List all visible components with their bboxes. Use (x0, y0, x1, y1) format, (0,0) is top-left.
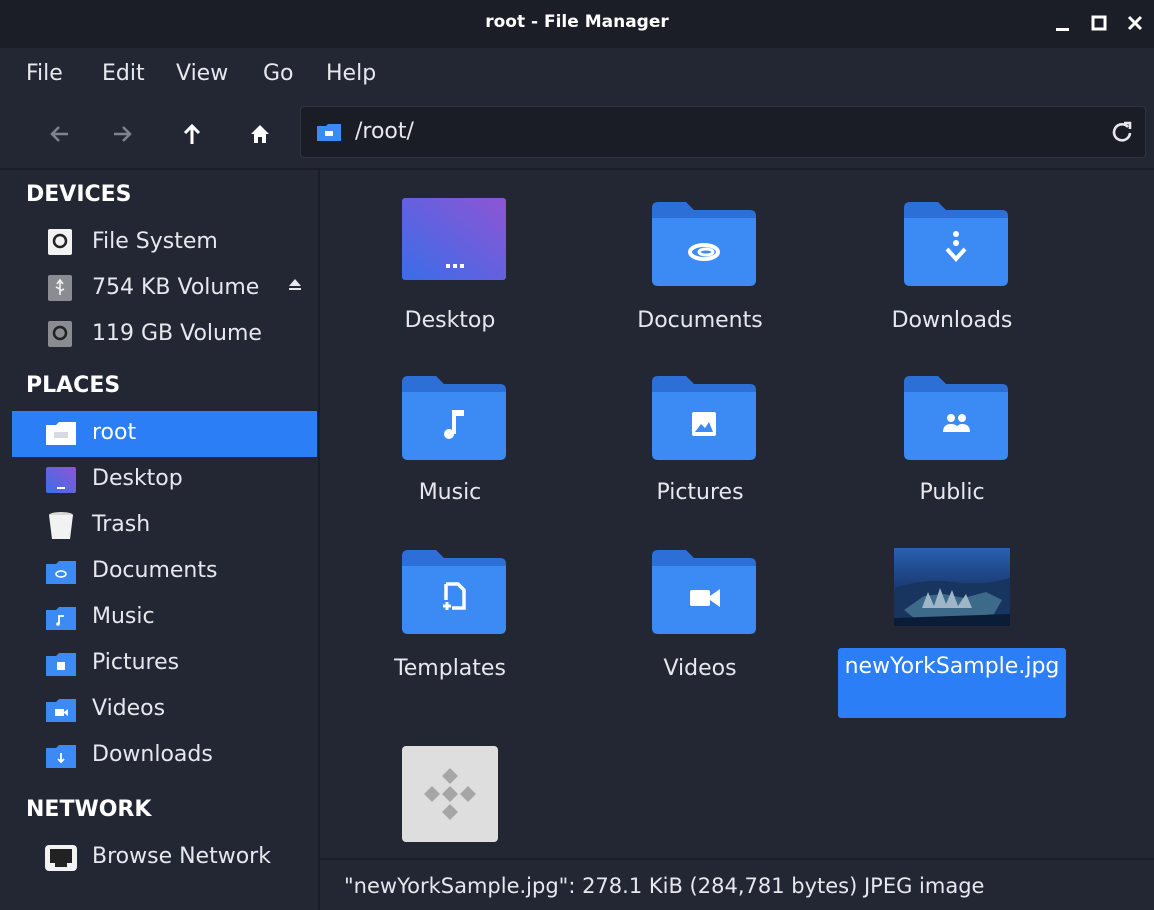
sidebar-item-downloads[interactable]: Downloads (12, 733, 317, 779)
sidebar-item-label: Music (92, 604, 155, 629)
path-text: /root/ (355, 119, 414, 144)
file-item-videos[interactable]: Videos (580, 544, 820, 704)
network-icon (44, 843, 78, 873)
forward-icon[interactable] (102, 114, 142, 154)
executable-file-icon (402, 746, 498, 842)
sidebar-item-label: Browse Network (92, 844, 271, 869)
sidebar-item-label: Videos (92, 696, 166, 721)
videos-folder-icon (650, 544, 760, 644)
file-item-label: Templates (394, 656, 506, 681)
sidebar-item-root[interactable]: root (12, 411, 317, 457)
sidebar-item-label: 119 GB Volume (92, 321, 262, 346)
file-item-label: Desktop (404, 308, 496, 333)
file-item-label: Documents (637, 308, 763, 333)
menu-edit[interactable]: Edit (102, 61, 145, 86)
pictures-folder-icon (650, 370, 760, 470)
sidebar-item-label: Pictures (92, 650, 180, 675)
up-icon[interactable] (172, 114, 212, 154)
desktop-folder-icon (400, 196, 510, 296)
drive-icon (44, 228, 78, 258)
videos-folder-icon (44, 695, 78, 725)
network-heading: NETWORK (26, 797, 152, 822)
sidebar-item-documents[interactable]: Documents (12, 549, 317, 595)
file-item-downloads[interactable]: Downloads (832, 196, 1072, 356)
menu-view[interactable]: View (176, 61, 228, 86)
sidebar-item-file-system[interactable]: File System (12, 220, 317, 266)
sidebar-item-pictures[interactable]: Pictures (12, 641, 317, 687)
documents-folder-icon (650, 196, 760, 296)
sidebar-item-browse-network[interactable]: Browse Network (12, 835, 317, 881)
sidebar-item-desktop[interactable]: Desktop (12, 457, 317, 503)
home-folder-icon (44, 419, 78, 449)
close-icon[interactable] (1120, 8, 1150, 38)
documents-folder-icon (44, 557, 78, 587)
file-item-label: Downloads (891, 308, 1013, 333)
status-bar: "newYorkSample.jpg": 278.1 KiB (284,781 … (320, 858, 1154, 910)
file-item-label: Music (418, 480, 482, 505)
public-folder-icon (902, 370, 1012, 470)
sidebar-item-trash[interactable]: Trash (12, 503, 317, 549)
sidebar-item-label: 754 KB Volume (92, 275, 260, 300)
sidebar-item-119gb-volume[interactable]: 119 GB Volume (12, 312, 317, 358)
file-item-pictures[interactable]: Pictures (580, 370, 820, 530)
file-item-music[interactable]: Music (330, 370, 570, 530)
sidebar-item-label: Documents (92, 558, 218, 583)
trash-icon (44, 511, 78, 541)
path-bar[interactable]: /root/ (300, 106, 1146, 158)
status-text: "newYorkSample.jpg": 278.1 KiB (284,781 … (344, 874, 985, 898)
sidebar-item-music[interactable]: Music (12, 595, 317, 641)
desktop-folder-icon (44, 465, 78, 495)
music-folder-icon (400, 370, 510, 470)
places-heading: PLACES (26, 373, 121, 398)
file-view: Desktop Documents Downloads Music Pictur… (320, 170, 1154, 858)
file-item-templates[interactable]: Templates (330, 544, 570, 704)
maximize-icon[interactable] (1084, 8, 1114, 38)
downloads-folder-icon (902, 196, 1012, 296)
window-title: root - File Manager (485, 12, 669, 32)
file-item-label: Videos (663, 656, 737, 681)
music-folder-icon (44, 603, 78, 633)
home-folder-icon (317, 123, 341, 141)
menu-go[interactable]: Go (263, 61, 294, 86)
reload-icon[interactable] (1109, 119, 1135, 145)
home-icon[interactable] (240, 114, 280, 154)
menu-help[interactable]: Help (326, 61, 376, 86)
sidebar-item-videos[interactable]: Videos (12, 687, 317, 733)
file-item-executable[interactable] (330, 740, 570, 850)
eject-icon[interactable] (288, 277, 302, 295)
title-bar: root - File Manager (0, 0, 1154, 48)
file-item-label: newYorkSample.jpg (838, 648, 1066, 718)
usb-drive-icon (44, 274, 78, 304)
sidebar-item-754kb-volume[interactable]: 754 KB Volume (12, 266, 317, 312)
sidebar-item-label: root (92, 420, 137, 445)
file-item-documents[interactable]: Documents (580, 196, 820, 356)
templates-folder-icon (400, 544, 510, 644)
pictures-folder-icon (44, 649, 78, 679)
minimize-icon[interactable] (1048, 8, 1078, 38)
sidebar-item-label: Trash (92, 512, 151, 537)
drive-icon (44, 320, 78, 350)
file-item-label: Public (919, 480, 985, 505)
sidebar-item-label: Desktop (92, 466, 183, 491)
back-icon[interactable] (40, 114, 80, 154)
sidebar: DEVICES File System 754 KB Volume 119 GB… (0, 170, 318, 910)
image-thumbnail-icon (894, 548, 1010, 626)
file-item-public[interactable]: Public (832, 370, 1072, 530)
file-item-label: Pictures (656, 480, 744, 505)
file-item-newyorksample[interactable]: newYorkSample.jpg (832, 544, 1072, 722)
devices-heading: DEVICES (26, 182, 132, 207)
menu-file[interactable]: File (26, 61, 63, 86)
sidebar-item-label: File System (92, 229, 218, 254)
menu-bar: File Edit View Go Help (0, 48, 1154, 100)
sidebar-item-label: Downloads (92, 742, 213, 767)
downloads-folder-icon (44, 741, 78, 771)
file-item-desktop[interactable]: Desktop (330, 196, 570, 356)
